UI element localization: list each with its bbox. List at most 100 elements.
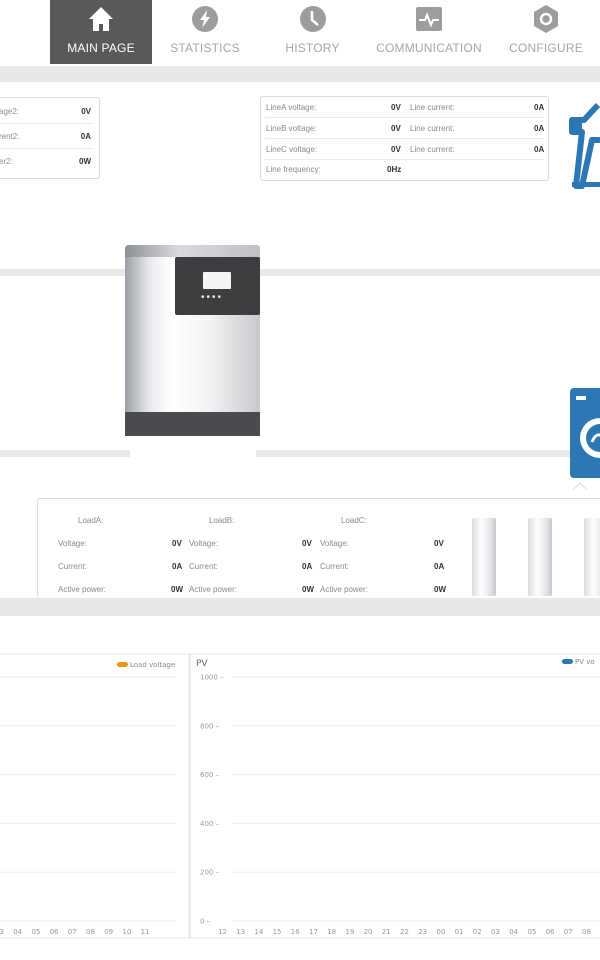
lightning-icon (192, 6, 218, 32)
x-tick-label: 05 (527, 928, 536, 936)
charts-svg: Load voltage 03 04 05 06 07 08 09 10 11 PV PV vo 100… (0, 653, 600, 939)
pv-label: er2: (0, 157, 13, 166)
load-title: LoadB: (209, 516, 235, 525)
top-nav: MAIN PAGE STATISTICS HISTORY COMMUNICATI… (0, 0, 600, 66)
x-tick-label: 13 (236, 928, 245, 936)
grid-current-value: 0A (534, 103, 545, 112)
battery-cylinder (472, 518, 496, 596)
x-tick-label: 03 (0, 928, 4, 936)
load-voltage-label: Voltage: (58, 539, 87, 548)
x-tick-label: 17 (309, 928, 318, 936)
x-tick-label: 09 (104, 928, 113, 936)
battery-cylinder (528, 518, 552, 596)
load-current-value: 0A (172, 562, 183, 571)
pv-label: rent2: (0, 132, 20, 141)
x-tick-label: 12 (218, 928, 227, 936)
inverter-base (125, 412, 260, 436)
nav-communication[interactable]: COMMUNICATION (370, 0, 488, 64)
x-tick-label: 05 (31, 928, 40, 936)
battery-cylinder (584, 518, 600, 596)
load-voltage-label: Voltage: (320, 539, 349, 548)
x-tick-label: 08 (86, 928, 95, 936)
nav-configure[interactable]: CONFIGURE (500, 0, 592, 64)
y-tick-label: 800 – (200, 722, 220, 730)
nav-label: COMMUNICATION (376, 41, 482, 55)
nav-label: HISTORY (285, 41, 340, 55)
grid-info-box: LineA voltage: 0V Line current: 0A LineB… (260, 96, 549, 181)
legend-swatch (562, 659, 573, 664)
grid-frequency-value: 0Hz (387, 165, 402, 174)
grid-frequency-label: Line frequency: (266, 165, 321, 174)
load-info-box: LoadA: Voltage: 0V Current: 0A Active po… (37, 498, 600, 598)
x-tick-label: 04 (509, 928, 518, 936)
clock-icon (299, 6, 326, 32)
load-power-value: 0W (434, 585, 446, 594)
grid-voltage-value: 0V (391, 103, 401, 112)
load-current-label: Current: (58, 562, 87, 571)
x-tick-label: 21 (382, 928, 391, 936)
pointer-arrow (572, 482, 588, 490)
chart-title: PV (196, 659, 208, 669)
y-tick-label: 0 – (200, 918, 211, 926)
x-tick-label: 18 (327, 928, 336, 936)
x-tick-label: 08 (582, 928, 591, 936)
x-tick-label: 15 (273, 928, 282, 936)
grid-voltage-value: 0V (391, 124, 401, 133)
load-power-value: 0W (171, 585, 183, 594)
x-tick-label: 11 (141, 928, 150, 936)
divider-top (0, 66, 600, 82)
legend-swatch (117, 662, 128, 667)
x-tick-label: 04 (13, 928, 22, 936)
load-power-label: Active power: (58, 585, 107, 594)
x-tick-label: 10 (122, 928, 131, 936)
inverter-buttons: •••• (201, 292, 224, 303)
load-current-value: 0A (434, 562, 445, 571)
charts-area: Load voltage 03 04 05 06 07 08 09 10 11 PV PV vo 100… (0, 648, 600, 948)
load-voltage-value: 0V (172, 539, 182, 548)
pv-info-box: age2: 0V rent2: 0A er2: 0W (0, 97, 100, 179)
grid-voltage-label: LineA voltage: (266, 103, 317, 112)
load-power-label: Active power: (189, 585, 238, 594)
load-current-value: 0A (302, 562, 313, 571)
nav-statistics[interactable]: STATISTICS (157, 0, 253, 64)
divider-middle (0, 598, 600, 616)
x-tick-label: 22 (400, 928, 409, 936)
x-tick-label: 16 (291, 928, 300, 936)
row-divider (265, 159, 544, 160)
load-power-value: 0W (302, 585, 314, 594)
inverter-screen (203, 272, 231, 289)
pulse-icon (416, 7, 442, 31)
grid-current-label: Line current: (410, 124, 455, 133)
legend-label: Load voltage (130, 661, 175, 669)
pv-chart-frame (188, 653, 600, 939)
load-voltage-value: 0V (434, 539, 444, 548)
load-voltage-label: Voltage: (189, 539, 218, 548)
connection-line-right (256, 450, 576, 457)
x-tick-label: 06 (546, 928, 555, 936)
x-tick-label: 19 (345, 928, 354, 936)
y-tick-label: 200 – (200, 869, 220, 877)
grid-current-label: Line current: (410, 103, 455, 112)
y-tick-label: 1000 – (200, 674, 224, 682)
load-title: LoadA: (78, 516, 104, 525)
nav-history[interactable]: HISTORY (265, 0, 360, 64)
nav-label: MAIN PAGE (67, 41, 135, 55)
load-voltage-value: 0V (302, 539, 312, 548)
x-tick-label: 06 (50, 928, 59, 936)
pv-label: age2: (0, 107, 20, 116)
row-divider (265, 138, 544, 139)
load-current-label: Current: (320, 562, 349, 571)
connection-line-top (0, 269, 600, 276)
power-tower-icon (569, 102, 600, 189)
y-tick-label: 400 – (200, 820, 220, 828)
load-title: LoadC: (341, 516, 367, 525)
grid-current-value: 0A (534, 124, 545, 133)
inverter-top (125, 245, 260, 257)
nav-main-page[interactable]: MAIN PAGE (50, 0, 152, 64)
x-tick-label: 14 (254, 928, 263, 936)
grid-current-label: Line current: (410, 145, 455, 154)
pv-value: 0A (80, 132, 91, 141)
x-tick-label: 03 (491, 928, 500, 936)
grid-voltage-label: LineB voltage: (266, 124, 317, 133)
x-tick-label: 23 (418, 928, 427, 936)
